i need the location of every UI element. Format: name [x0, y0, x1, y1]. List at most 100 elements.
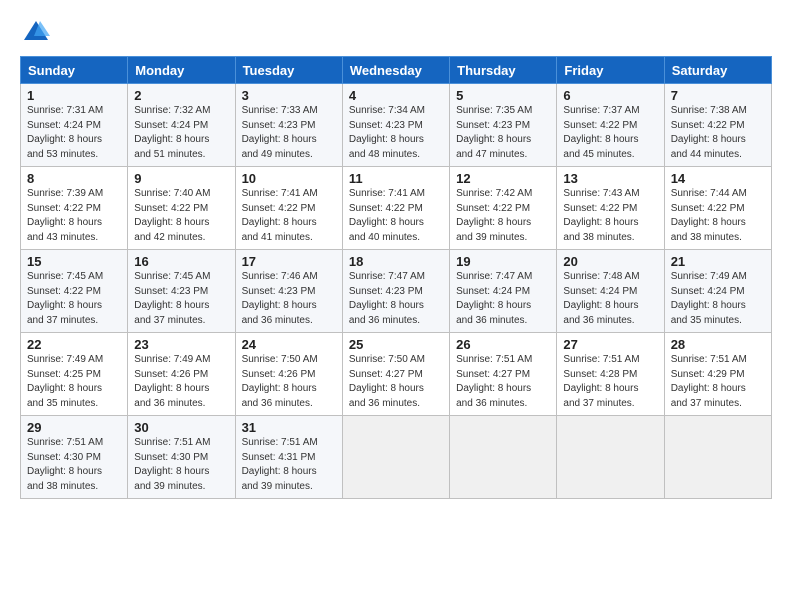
day-info: Sunrise: 7:41 AMSunset: 4:22 PMDaylight:… — [349, 187, 443, 245]
day-number: 21 — [671, 254, 765, 269]
day-number: 2 — [134, 88, 228, 103]
day-number: 10 — [242, 171, 336, 186]
day-number: 25 — [349, 337, 443, 352]
day-number: 17 — [242, 254, 336, 269]
calendar-cell: 16Sunrise: 7:45 AMSunset: 4:23 PMDayligh… — [128, 250, 235, 333]
day-number: 7 — [671, 88, 765, 103]
day-number: 16 — [134, 254, 228, 269]
day-info: Sunrise: 7:32 AMSunset: 4:24 PMDaylight:… — [134, 104, 228, 162]
header — [20, 18, 772, 46]
day-info: Sunrise: 7:47 AMSunset: 4:24 PMDaylight:… — [456, 270, 550, 328]
day-info: Sunrise: 7:40 AMSunset: 4:22 PMDaylight:… — [134, 187, 228, 245]
calendar-cell — [664, 416, 771, 499]
calendar-week-5: 29Sunrise: 7:51 AMSunset: 4:30 PMDayligh… — [21, 416, 772, 499]
calendar-cell: 27Sunrise: 7:51 AMSunset: 4:28 PMDayligh… — [557, 333, 664, 416]
day-number: 23 — [134, 337, 228, 352]
calendar-cell: 24Sunrise: 7:50 AMSunset: 4:26 PMDayligh… — [235, 333, 342, 416]
calendar-cell: 19Sunrise: 7:47 AMSunset: 4:24 PMDayligh… — [450, 250, 557, 333]
calendar-header-thursday: Thursday — [450, 57, 557, 84]
calendar-cell: 7Sunrise: 7:38 AMSunset: 4:22 PMDaylight… — [664, 84, 771, 167]
day-number: 12 — [456, 171, 550, 186]
calendar-cell: 21Sunrise: 7:49 AMSunset: 4:24 PMDayligh… — [664, 250, 771, 333]
day-info: Sunrise: 7:31 AMSunset: 4:24 PMDaylight:… — [27, 104, 121, 162]
calendar-cell: 4Sunrise: 7:34 AMSunset: 4:23 PMDaylight… — [342, 84, 449, 167]
day-number: 4 — [349, 88, 443, 103]
calendar-table: SundayMondayTuesdayWednesdayThursdayFrid… — [20, 56, 772, 499]
calendar-cell: 5Sunrise: 7:35 AMSunset: 4:23 PMDaylight… — [450, 84, 557, 167]
logo-icon — [22, 18, 50, 46]
day-number: 28 — [671, 337, 765, 352]
day-number: 13 — [563, 171, 657, 186]
calendar-cell: 18Sunrise: 7:47 AMSunset: 4:23 PMDayligh… — [342, 250, 449, 333]
day-info: Sunrise: 7:48 AMSunset: 4:24 PMDaylight:… — [563, 270, 657, 328]
calendar-cell — [342, 416, 449, 499]
day-info: Sunrise: 7:43 AMSunset: 4:22 PMDaylight:… — [563, 187, 657, 245]
calendar-cell: 25Sunrise: 7:50 AMSunset: 4:27 PMDayligh… — [342, 333, 449, 416]
calendar-cell: 2Sunrise: 7:32 AMSunset: 4:24 PMDaylight… — [128, 84, 235, 167]
day-number: 19 — [456, 254, 550, 269]
logo-text — [20, 18, 50, 46]
calendar-header-sunday: Sunday — [21, 57, 128, 84]
day-info: Sunrise: 7:51 AMSunset: 4:29 PMDaylight:… — [671, 353, 765, 411]
day-info: Sunrise: 7:51 AMSunset: 4:30 PMDaylight:… — [27, 436, 121, 494]
calendar-week-2: 8Sunrise: 7:39 AMSunset: 4:22 PMDaylight… — [21, 167, 772, 250]
day-number: 1 — [27, 88, 121, 103]
day-info: Sunrise: 7:33 AMSunset: 4:23 PMDaylight:… — [242, 104, 336, 162]
day-info: Sunrise: 7:51 AMSunset: 4:28 PMDaylight:… — [563, 353, 657, 411]
calendar-cell: 29Sunrise: 7:51 AMSunset: 4:30 PMDayligh… — [21, 416, 128, 499]
calendar-cell — [450, 416, 557, 499]
calendar-cell: 23Sunrise: 7:49 AMSunset: 4:26 PMDayligh… — [128, 333, 235, 416]
logo — [20, 18, 50, 46]
day-number: 15 — [27, 254, 121, 269]
day-info: Sunrise: 7:50 AMSunset: 4:26 PMDaylight:… — [242, 353, 336, 411]
calendar-cell: 17Sunrise: 7:46 AMSunset: 4:23 PMDayligh… — [235, 250, 342, 333]
calendar-week-3: 15Sunrise: 7:45 AMSunset: 4:22 PMDayligh… — [21, 250, 772, 333]
day-info: Sunrise: 7:42 AMSunset: 4:22 PMDaylight:… — [456, 187, 550, 245]
day-number: 14 — [671, 171, 765, 186]
day-number: 6 — [563, 88, 657, 103]
calendar-cell: 22Sunrise: 7:49 AMSunset: 4:25 PMDayligh… — [21, 333, 128, 416]
calendar-cell: 6Sunrise: 7:37 AMSunset: 4:22 PMDaylight… — [557, 84, 664, 167]
calendar-cell: 15Sunrise: 7:45 AMSunset: 4:22 PMDayligh… — [21, 250, 128, 333]
day-number: 24 — [242, 337, 336, 352]
day-info: Sunrise: 7:51 AMSunset: 4:31 PMDaylight:… — [242, 436, 336, 494]
day-info: Sunrise: 7:39 AMSunset: 4:22 PMDaylight:… — [27, 187, 121, 245]
day-number: 27 — [563, 337, 657, 352]
day-number: 8 — [27, 171, 121, 186]
day-info: Sunrise: 7:38 AMSunset: 4:22 PMDaylight:… — [671, 104, 765, 162]
calendar-header-wednesday: Wednesday — [342, 57, 449, 84]
day-number: 20 — [563, 254, 657, 269]
calendar-cell: 12Sunrise: 7:42 AMSunset: 4:22 PMDayligh… — [450, 167, 557, 250]
calendar-week-4: 22Sunrise: 7:49 AMSunset: 4:25 PMDayligh… — [21, 333, 772, 416]
day-number: 11 — [349, 171, 443, 186]
calendar-cell: 30Sunrise: 7:51 AMSunset: 4:30 PMDayligh… — [128, 416, 235, 499]
calendar-cell: 8Sunrise: 7:39 AMSunset: 4:22 PMDaylight… — [21, 167, 128, 250]
day-info: Sunrise: 7:45 AMSunset: 4:22 PMDaylight:… — [27, 270, 121, 328]
calendar-cell: 20Sunrise: 7:48 AMSunset: 4:24 PMDayligh… — [557, 250, 664, 333]
day-info: Sunrise: 7:49 AMSunset: 4:26 PMDaylight:… — [134, 353, 228, 411]
calendar-cell: 3Sunrise: 7:33 AMSunset: 4:23 PMDaylight… — [235, 84, 342, 167]
calendar-header-row: SundayMondayTuesdayWednesdayThursdayFrid… — [21, 57, 772, 84]
day-info: Sunrise: 7:34 AMSunset: 4:23 PMDaylight:… — [349, 104, 443, 162]
day-info: Sunrise: 7:46 AMSunset: 4:23 PMDaylight:… — [242, 270, 336, 328]
day-number: 9 — [134, 171, 228, 186]
day-number: 18 — [349, 254, 443, 269]
day-number: 31 — [242, 420, 336, 435]
calendar-header-tuesday: Tuesday — [235, 57, 342, 84]
calendar-cell: 31Sunrise: 7:51 AMSunset: 4:31 PMDayligh… — [235, 416, 342, 499]
day-number: 22 — [27, 337, 121, 352]
day-info: Sunrise: 7:49 AMSunset: 4:24 PMDaylight:… — [671, 270, 765, 328]
day-info: Sunrise: 7:37 AMSunset: 4:22 PMDaylight:… — [563, 104, 657, 162]
day-info: Sunrise: 7:41 AMSunset: 4:22 PMDaylight:… — [242, 187, 336, 245]
day-number: 29 — [27, 420, 121, 435]
calendar-header-monday: Monday — [128, 57, 235, 84]
calendar-cell: 14Sunrise: 7:44 AMSunset: 4:22 PMDayligh… — [664, 167, 771, 250]
day-number: 26 — [456, 337, 550, 352]
calendar-cell: 26Sunrise: 7:51 AMSunset: 4:27 PMDayligh… — [450, 333, 557, 416]
calendar-cell: 13Sunrise: 7:43 AMSunset: 4:22 PMDayligh… — [557, 167, 664, 250]
day-info: Sunrise: 7:50 AMSunset: 4:27 PMDaylight:… — [349, 353, 443, 411]
page: SundayMondayTuesdayWednesdayThursdayFrid… — [0, 0, 792, 612]
day-number: 5 — [456, 88, 550, 103]
day-number: 30 — [134, 420, 228, 435]
calendar-week-1: 1Sunrise: 7:31 AMSunset: 4:24 PMDaylight… — [21, 84, 772, 167]
